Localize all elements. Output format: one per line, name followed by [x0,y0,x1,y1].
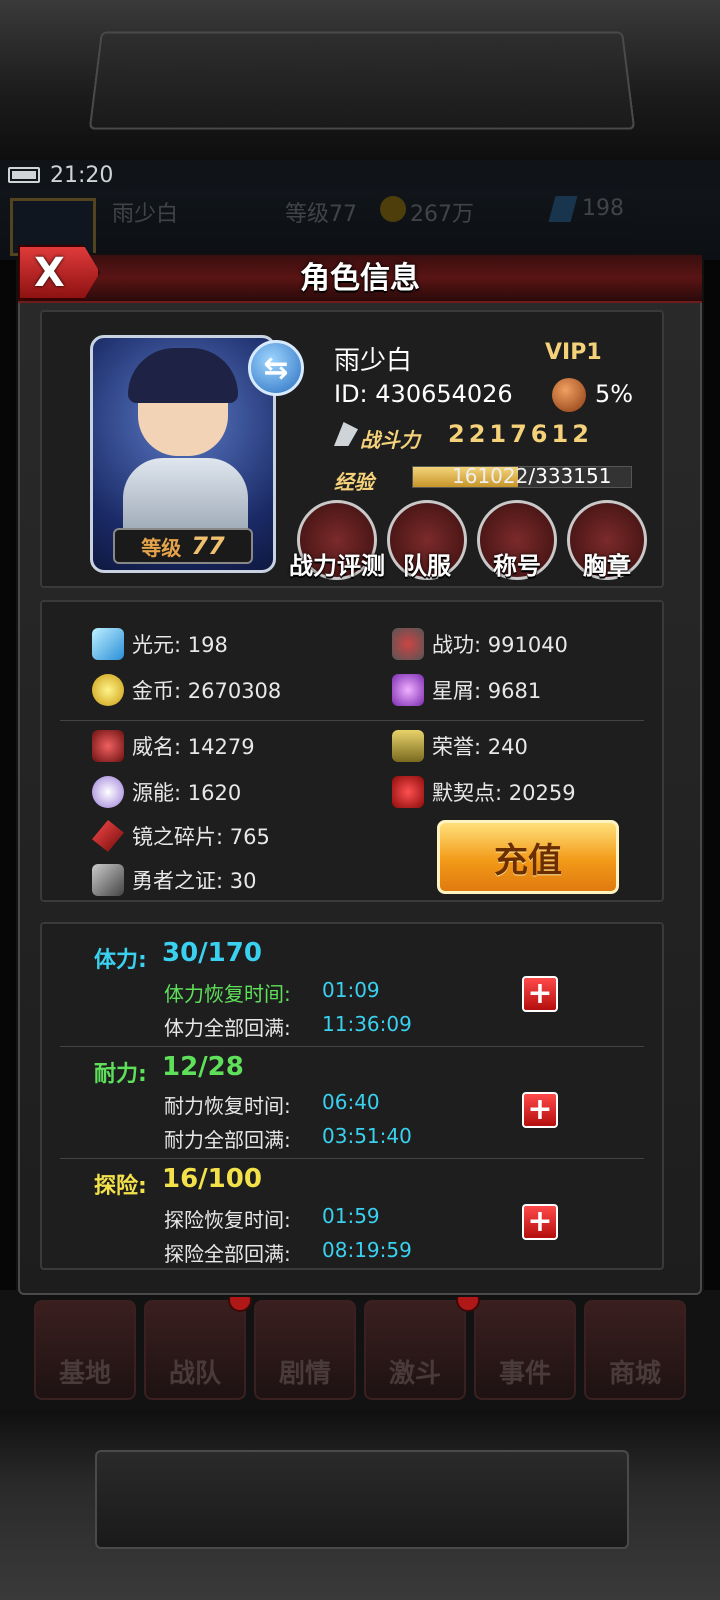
stamina-label: 体力: [94,948,147,973]
gold-coin-icon [92,674,124,706]
brave-proof-icon [92,864,124,896]
endurance-recover-time: 06:40 [322,1090,380,1114]
exp-max: /333151 [528,464,612,488]
recharge-button[interactable]: 充值 [437,820,619,894]
nav-shop[interactable]: 商城 [584,1300,686,1400]
stamina-recover-time: 01:09 [322,978,380,1002]
endurance-recover-label: 耐力恢复时间: [164,1094,291,1118]
stamina-value: 30/170 [162,938,262,968]
battery-icon [8,167,40,183]
endurance-label: 耐力: [94,1062,147,1087]
explore-full-time: 08:19:59 [322,1238,412,1262]
resource-xingxie: 星屑: 9681 [392,674,541,706]
portrait-suit [123,458,248,538]
status-bar: 21:20 [0,160,720,190]
exp-label: 经验 [334,470,374,494]
bottom-nav: 基地 战队 剧情 激斗 事件 商城 [0,1290,720,1410]
divider [60,1046,644,1047]
resource-jinbi: 金币: 2670308 [92,674,281,706]
resource-jingzhisuipian: 镜之碎片: 765 [92,820,270,852]
explore-label: 探险: [94,1174,147,1199]
prestige-icon [92,730,124,762]
player-id: ID: 430654026 [334,380,513,408]
stamina-recover-label: 体力恢复时间: [164,982,291,1006]
resource-rongyu: 荣誉: 240 [392,730,528,762]
bonus-percent: 5% [595,380,634,408]
player-name: 雨少白 [334,346,413,376]
resource-yuanneng: 源能: 1620 [92,776,241,808]
level-value: 77 [191,532,225,560]
resource-yongzhezhizheng: 勇者之证: 30 [92,864,256,896]
add-explore-button[interactable]: + [522,1204,558,1240]
add-endurance-button[interactable]: + [522,1092,558,1128]
explore-full-label: 探险全部回满: [164,1242,291,1266]
honor-icon [392,730,424,762]
level-label: 等级 [141,535,182,560]
divider [60,720,644,721]
crystal-icon [92,628,124,660]
stamina-full-label: 体力全部回满: [164,1016,291,1040]
resource-weiming: 威名: 14279 [92,730,255,762]
resource-moqidian: 默契点: 20259 [392,776,576,808]
top-frame [0,0,720,160]
explore-value: 16/100 [162,1164,262,1194]
portrait-hair [128,348,238,403]
nav-story[interactable]: 剧情 [254,1300,356,1400]
exp-text: 161022/333151 [412,464,632,488]
add-stamina-button[interactable]: + [522,976,558,1012]
endurance-value: 12/28 [162,1052,244,1082]
nav-events[interactable]: 事件 [474,1300,576,1400]
medal-icon [392,628,424,660]
nav-team[interactable]: 战队 [144,1300,246,1400]
explore-recover-time: 01:59 [322,1204,380,1228]
swap-icon[interactable]: ⇆ [248,340,304,396]
close-button[interactable]: X [18,245,100,300]
energy-orb-icon [92,776,124,808]
stardust-icon [392,674,424,706]
bottom-frame [0,1410,720,1600]
combat-label: 战斗力 [360,428,420,452]
teamwork-icon [392,776,424,808]
mirror-shard-icon [92,820,124,852]
resource-guangyuan: 光元: 198 [92,628,228,660]
bonus-orb-icon [552,378,586,412]
resource-zhangong: 战功: 991040 [392,628,568,660]
nav-base[interactable]: 基地 [34,1300,136,1400]
vip-badge: VIP1 [545,340,602,365]
status-time: 21:20 [50,162,114,188]
endurance-full-time: 03:51:40 [322,1124,412,1148]
exp-current: 161022 [452,464,529,488]
explore-recover-label: 探险恢复时间: [164,1208,291,1232]
dialog-title: 角色信息 [300,261,420,296]
badge-button[interactable]: 胸章 [552,546,662,581]
nav-battle[interactable]: 激斗 [364,1300,466,1400]
divider [60,1158,644,1159]
endurance-full-label: 耐力全部回满: [164,1128,291,1152]
level-badge: 等级 77 [113,528,253,564]
combat-value: 2217612 [448,420,593,448]
stamina-full-time: 11:36:09 [322,1012,412,1036]
